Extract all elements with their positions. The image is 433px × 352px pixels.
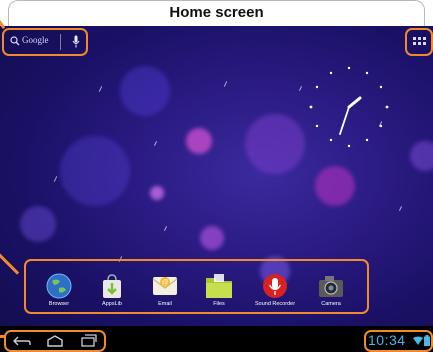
highlight-search bbox=[2, 28, 88, 56]
page-title: Home screen bbox=[169, 4, 264, 21]
wallpaper-streak bbox=[298, 86, 303, 91]
wallpaper-bokeh bbox=[60, 136, 130, 206]
wallpaper-bokeh bbox=[186, 128, 212, 154]
wallpaper-streak bbox=[163, 226, 168, 231]
wallpaper-streak bbox=[398, 206, 403, 211]
wallpaper-bokeh bbox=[120, 66, 170, 116]
wallpaper-bokeh bbox=[150, 186, 164, 200]
wallpaper-bokeh bbox=[245, 114, 305, 174]
wallpaper-streak bbox=[223, 81, 228, 87]
highlight-dock bbox=[24, 259, 369, 314]
wallpaper-streak bbox=[98, 86, 103, 92]
wallpaper-bokeh bbox=[410, 141, 433, 171]
clock-minute-hand bbox=[339, 106, 350, 135]
highlight-apps bbox=[405, 28, 433, 56]
wallpaper-bokeh bbox=[315, 166, 355, 206]
wallpaper-streak bbox=[153, 141, 158, 146]
callout-line bbox=[0, 335, 6, 338]
highlight-navigation bbox=[4, 330, 106, 352]
wallpaper-bokeh bbox=[200, 226, 224, 250]
analog-clock-widget[interactable] bbox=[304, 62, 394, 152]
wallpaper-streak bbox=[53, 176, 58, 182]
highlight-status bbox=[364, 330, 433, 352]
wallpaper-bokeh bbox=[20, 206, 56, 242]
clock-hour-hand bbox=[347, 96, 362, 109]
